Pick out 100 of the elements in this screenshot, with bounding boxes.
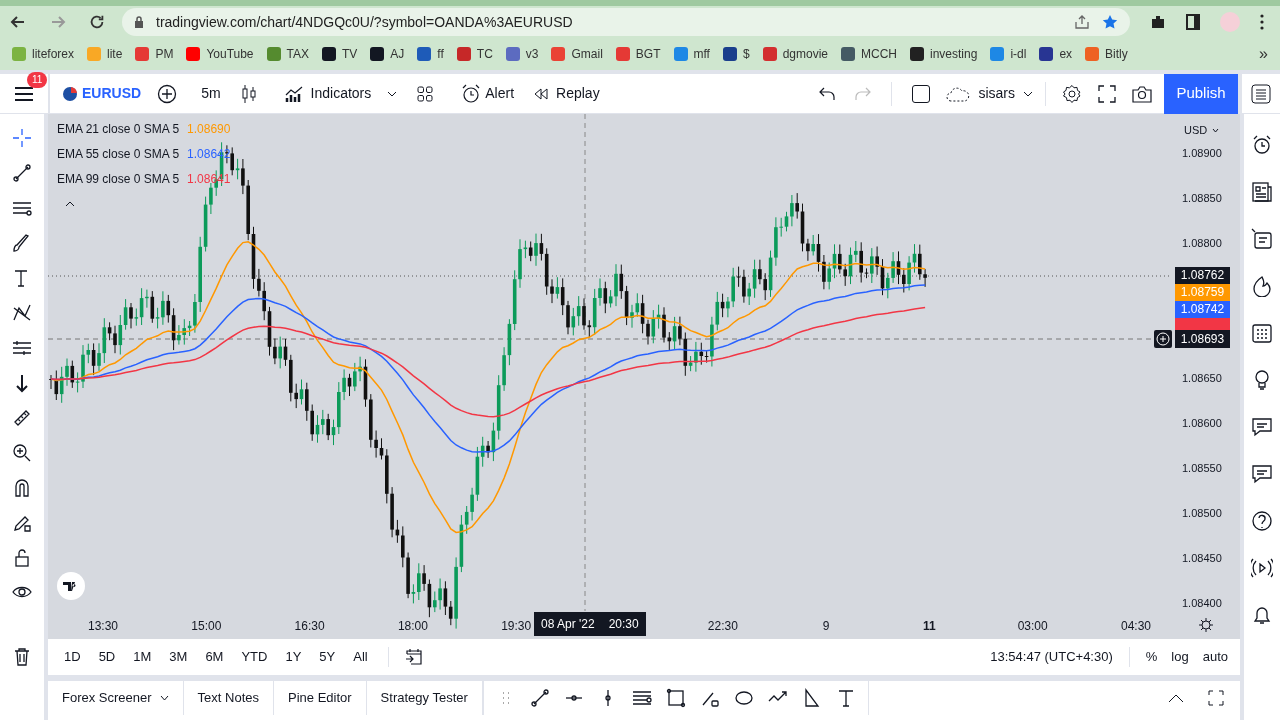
magnet-icon[interactable] [12,478,32,498]
range-button[interactable]: All [349,647,372,667]
panel-tab[interactable]: Strategy Tester [366,681,483,715]
menu-icon[interactable] [14,85,34,102]
sidebar-icon[interactable] [1186,14,1200,30]
chat-icon[interactable] [1251,463,1273,485]
reload-icon[interactable] [88,13,106,31]
ellipse-icon[interactable] [733,688,754,708]
layout-grid-icon[interactable] [417,85,434,102]
crosshair-icon[interactable] [12,128,32,148]
indicator-label: EMA 55 close 0 SMA 5 [57,146,180,163]
bookmark[interactable]: YouTube [186,45,254,63]
maximize-icon[interactable] [1208,690,1224,706]
range-button[interactable]: 1D [60,647,85,667]
chat-icon[interactable] [1251,416,1273,438]
chevron-down-icon[interactable] [159,695,169,701]
bookmark[interactable]: BGT [615,45,661,63]
add-icon[interactable] [1154,330,1172,348]
bookmark[interactable]: Bitly [1085,45,1128,63]
news-icon[interactable] [1251,181,1273,203]
range-button[interactable]: 5Y [315,647,340,667]
alert-button[interactable]: Alert [449,73,527,114]
trend-line-icon[interactable] [12,163,32,183]
horizontal-lines-icon[interactable] [631,688,652,708]
bookmark[interactable]: investing [910,45,978,63]
chevron-down-icon[interactable] [1212,128,1219,133]
layout-button[interactable]: sisars [938,73,1023,114]
bookmark[interactable]: TC [456,45,493,63]
bookmark[interactable]: v3 [505,45,539,63]
bookmark[interactable]: ff [417,45,444,63]
range-button[interactable]: 3M [165,647,192,667]
measure-lines-icon[interactable] [12,338,32,358]
range-button[interactable]: 1Y [281,647,306,667]
lock-icon[interactable] [12,548,32,568]
alarm-clock-icon[interactable] [1251,134,1273,156]
chevron-down-icon[interactable] [387,90,398,97]
crosshair-time-label: 08 Apr '22 20:30 [534,612,646,636]
more-icon[interactable] [1260,14,1264,30]
camera-icon[interactable] [1132,84,1152,103]
bookmark[interactable]: MCCH [841,45,897,63]
symbol-button[interactable]: EURUSD [50,73,154,114]
panel-tab[interactable]: Text Notes [183,681,274,715]
pattern-icon[interactable] [12,303,32,323]
range-button[interactable]: YTD [237,647,272,667]
bookmark[interactable]: TV [322,45,358,63]
bookmark[interactable]: AJ [370,45,405,63]
bookmarks-overflow-button[interactable]: » [1259,42,1268,66]
settings-icon[interactable] [1198,617,1214,633]
range-button[interactable]: 5D [94,647,120,667]
ruler-icon[interactable] [12,408,32,428]
calendar-arrow-icon[interactable] [404,649,423,665]
list-icon[interactable] [1251,228,1273,250]
panel-tab[interactable]: Pine Editor [274,681,367,715]
interval-button[interactable]: 5m [185,73,237,114]
share-icon[interactable] [1074,14,1090,30]
fullscreen-icon[interactable] [1098,84,1116,103]
scale-option-button[interactable]: % [1145,647,1158,667]
rectangle-icon[interactable] [665,688,686,708]
bookmark[interactable]: mff [673,45,710,63]
bookmark[interactable]: ex [1039,45,1073,63]
chevron-down-icon[interactable] [1023,90,1033,97]
indicators-button[interactable]: Indicators [272,73,384,114]
bell-icon[interactable] [1251,604,1273,626]
replay-button[interactable]: Replay [526,73,608,114]
undo-icon[interactable] [819,86,836,101]
broadcast-icon[interactable] [1251,557,1273,579]
bookmark[interactable]: liteforex [12,45,75,63]
zoom-in-icon[interactable] [12,443,32,463]
checkbox-square[interactable] [912,84,931,103]
bookmark[interactable]: i-dl [990,45,1027,63]
collapse-icon[interactable] [65,201,75,207]
publish-button[interactable]: Publish [1164,73,1238,114]
bookmark[interactable]: lite [87,45,123,63]
price-label: 1.08762 [1175,267,1230,284]
star-icon[interactable] [1102,14,1118,30]
add-icon[interactable] [157,83,178,104]
trash-icon[interactable] [12,647,32,667]
chevron-up-icon[interactable] [1168,693,1184,703]
settings-icon[interactable] [1062,83,1082,104]
flame-icon[interactable] [1251,275,1273,297]
bookmark[interactable]: dgmovie [762,45,828,63]
address-bar[interactable]: tradingview.com/chart/4NDGQc0U/?symbol=OANDA%3AEURUSD [122,8,1130,36]
time-axis-label: 18:00 [396,618,429,635]
bookmark[interactable]: Gmail [551,45,603,63]
trend-line-icon[interactable] [529,688,550,708]
candles-icon[interactable] [240,83,257,104]
price-label: 1.08742 [1175,301,1230,318]
calendar-icon[interactable] [1251,322,1273,344]
panel-tab[interactable]: Forex Screener [48,681,184,715]
currency-dropdown[interactable]: USD [1184,122,1208,139]
bookmark[interactable]: $ [722,45,750,63]
range-button[interactable]: 6M [201,647,228,667]
scale-option-button[interactable]: log [1171,647,1189,667]
bookmark[interactable]: TAX [266,45,309,63]
help-icon[interactable] [1251,510,1273,532]
watchlist-icon[interactable] [1251,83,1271,104]
price-axis-label: 1.08550 [1182,461,1222,476]
scale-option-button[interactable]: auto [1202,647,1228,667]
range-button[interactable]: 1M [129,647,156,667]
bookmark[interactable]: PM [135,45,174,63]
